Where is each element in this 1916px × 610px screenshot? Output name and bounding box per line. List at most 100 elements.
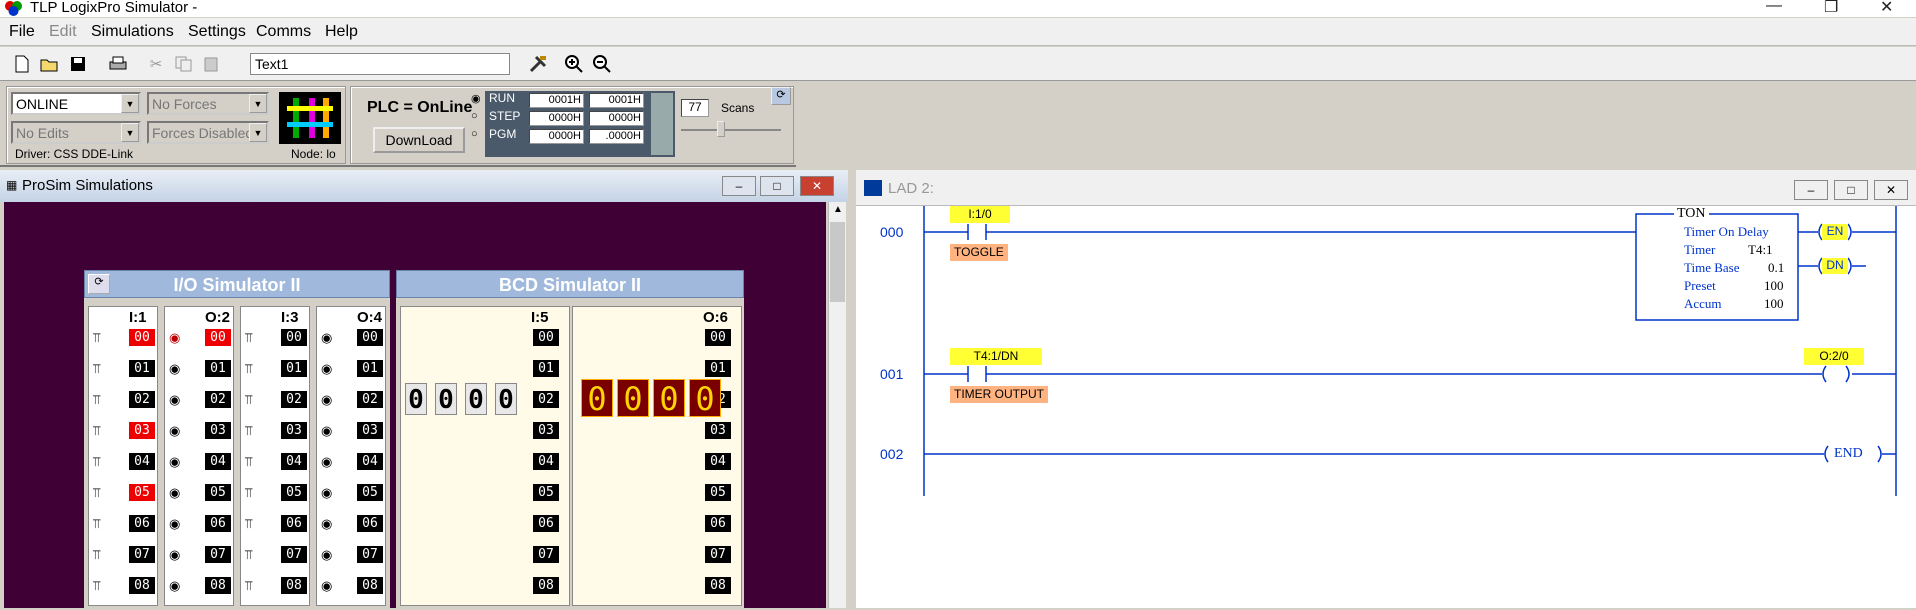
save-icon[interactable] (66, 52, 90, 76)
switch-icon[interactable]: ⫪ (245, 454, 252, 470)
vertical-scrollbar[interactable]: ▲ (828, 202, 846, 608)
switch-icon[interactable]: ⫪ (245, 485, 252, 501)
switch-icon[interactable]: ⫪ (93, 392, 100, 408)
switch-icon[interactable]: ⫪ (93, 485, 100, 501)
copy-icon[interactable] (172, 52, 196, 76)
output-lamp-icon: ◉ (321, 392, 333, 407)
output-lamp-icon: ◉ (169, 454, 181, 469)
window-title: TLP LogixPro Simulator - (30, 0, 198, 16)
bcd-input-thumbwheel[interactable]: 0 (405, 383, 427, 415)
zoom-in-icon[interactable] (562, 52, 586, 76)
rung-number: 000 (880, 224, 904, 240)
switch-icon[interactable]: ⫪ (93, 330, 100, 346)
scans-value: 77 (681, 99, 709, 117)
download-button[interactable]: DownLoad (373, 127, 465, 153)
switch-icon[interactable]: ⫪ (93, 516, 100, 532)
address-indicator: 01 (281, 360, 307, 377)
minimize-button[interactable]: – (722, 176, 756, 196)
address-indicator: 07 (357, 546, 383, 563)
step-label: STEP (489, 109, 521, 123)
switch-icon[interactable]: ⫪ (245, 547, 252, 563)
run-radio[interactable]: ◉ (471, 92, 481, 105)
print-icon[interactable] (106, 52, 130, 76)
toolbar: ✂ Text1 (0, 47, 1916, 81)
module-label: I:3 (281, 309, 299, 326)
switch-icon[interactable]: ⫪ (245, 578, 252, 594)
tools-icon[interactable] (526, 52, 550, 76)
switch-icon[interactable]: ⫪ (245, 516, 252, 532)
contact-description: TOGGLE (950, 244, 1008, 261)
step-radio[interactable]: ○ (471, 110, 478, 122)
address-indicator: 06 (281, 515, 307, 532)
scroll-thumb[interactable] (830, 222, 845, 302)
switch-icon[interactable]: ⫪ (245, 392, 252, 408)
maximize-button[interactable]: □ (1834, 180, 1868, 200)
address-indicator: 04 (205, 453, 231, 470)
address-indicator: 04 (705, 453, 731, 470)
output-lamp-icon: ◉ (321, 547, 333, 562)
bcd-input-thumbwheel[interactable]: 0 (495, 383, 517, 415)
open-icon[interactable] (38, 52, 62, 76)
menu-file[interactable]: File (9, 23, 35, 41)
close-button[interactable]: ✕ (800, 176, 834, 196)
refresh-icon[interactable]: ⟳ (771, 87, 791, 105)
pgm-radio[interactable]: ○ (471, 128, 478, 140)
output-lamp-icon: ◉ (169, 392, 181, 407)
zoom-out-icon[interactable] (590, 52, 614, 76)
contact-address[interactable]: T4:1/DN (950, 348, 1042, 365)
menu-edit[interactable]: Edit (49, 23, 77, 41)
address-indicator: 08 (705, 577, 731, 594)
app-logo-icon (5, 1, 22, 16)
forces-enabled-select[interactable]: Forces Disabled ▼ (147, 121, 269, 144)
contact-address[interactable]: I:1/0 (950, 206, 1010, 223)
bcd-output-digit: 0 (581, 379, 613, 418)
node-label: Node: lo (291, 147, 336, 161)
switch-icon[interactable]: ⫪ (245, 423, 252, 439)
forces-select[interactable]: No Forces ▼ (147, 92, 269, 115)
address-indicator: 08 (205, 577, 231, 594)
maximize-button[interactable]: □ (760, 176, 794, 196)
switch-icon[interactable]: ⫪ (93, 578, 100, 594)
menu-simulations[interactable]: Simulations (91, 23, 174, 41)
ton-name: TON (1674, 206, 1709, 222)
contact-description: TIMER OUTPUT (950, 386, 1048, 403)
scan-slider[interactable] (681, 129, 781, 131)
refresh-icon[interactable]: ⟳ (88, 274, 110, 294)
register-display: .0000H (589, 129, 644, 144)
address-indicator: 05 (129, 484, 155, 501)
switch-icon[interactable]: ⫪ (93, 361, 100, 377)
ton-description: Timer On Delay (1684, 224, 1769, 239)
switch-icon[interactable]: ⫪ (93, 547, 100, 563)
menu-settings[interactable]: Settings (188, 23, 246, 41)
minimize-button[interactable]: – (1794, 180, 1828, 200)
bcd-input-thumbwheel[interactable]: 0 (435, 383, 457, 415)
switch-icon[interactable]: ⫪ (93, 454, 100, 470)
switch-icon[interactable]: ⫪ (245, 361, 252, 377)
new-icon[interactable] (10, 52, 34, 76)
text-field[interactable]: Text1 (250, 53, 510, 75)
bcd-input-thumbwheel[interactable]: 0 (465, 383, 487, 415)
output-address[interactable]: O:2/0 (1804, 348, 1864, 365)
menu-comms[interactable]: Comms (256, 23, 311, 41)
cut-icon[interactable]: ✂ (144, 52, 168, 76)
address-indicator: 06 (705, 515, 731, 532)
mode-select[interactable]: ONLINE ▼ (11, 92, 141, 115)
pgm-label: PGM (489, 127, 517, 141)
address-indicator: 07 (705, 546, 731, 563)
restore-icon[interactable]: ❐ (1824, 0, 1838, 17)
output-lamp-icon: ◉ (321, 454, 333, 469)
address-indicator: 08 (129, 577, 155, 594)
switch-icon[interactable]: ⫪ (245, 330, 252, 346)
switch-icon[interactable]: ⫪ (93, 423, 100, 439)
address-indicator: 00 (357, 329, 383, 346)
paste-icon[interactable] (200, 52, 224, 76)
minimize-icon[interactable]: — (1766, 0, 1782, 15)
close-button[interactable]: ✕ (1874, 180, 1908, 200)
scroll-up-icon[interactable]: ▲ (833, 204, 843, 215)
chevron-down-icon: ▼ (249, 123, 267, 142)
end-instruction: END (1834, 446, 1863, 461)
menu-help[interactable]: Help (325, 23, 358, 41)
scan-slider-thumb[interactable] (717, 121, 725, 137)
close-icon[interactable]: ✕ (1880, 0, 1893, 17)
edits-select[interactable]: No Edits ▼ (11, 121, 141, 144)
